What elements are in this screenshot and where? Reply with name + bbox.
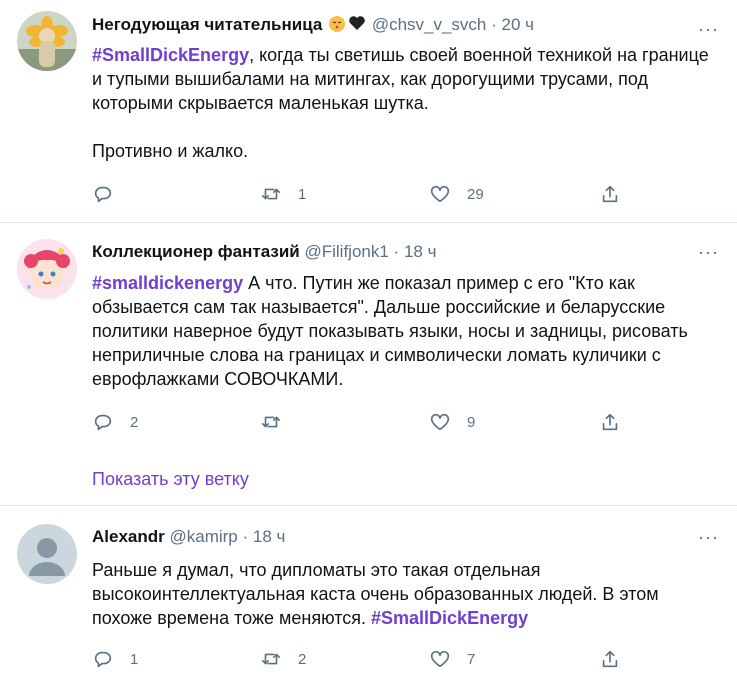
- tweet-1[interactable]: Негодующая читательница @chsv_v_svch · 2…: [0, 0, 737, 222]
- retweet-button[interactable]: 1: [260, 182, 306, 206]
- author-handle[interactable]: @Filifjonk1: [304, 242, 388, 261]
- avatar[interactable]: [17, 11, 77, 71]
- black-heart-icon: [347, 13, 367, 39]
- retweet-count: 1: [298, 185, 307, 203]
- tweet-actions: 1 29: [92, 182, 632, 206]
- hashtag-link[interactable]: #smalldickenergy: [92, 273, 243, 293]
- reply-count: 1: [130, 650, 139, 668]
- like-button[interactable]: 9: [429, 410, 475, 434]
- separator: ·: [242, 527, 249, 546]
- default-avatar-icon: [17, 524, 77, 584]
- share-icon: [602, 413, 618, 431]
- timestamp[interactable]: 20 ч: [502, 15, 535, 34]
- author-name[interactable]: Коллекционер фантазий: [92, 242, 300, 261]
- like-icon: [430, 650, 450, 668]
- share-button[interactable]: [599, 182, 621, 206]
- timestamp[interactable]: 18 ч: [404, 242, 437, 261]
- tweet-3[interactable]: Alexandr @kamirp · 18 ч ··· Раньше я дум…: [0, 506, 737, 678]
- reply-icon: [94, 414, 112, 431]
- tweet-text: #smalldickenergy А что. Путин же показал…: [92, 271, 722, 391]
- avatar[interactable]: [17, 524, 77, 584]
- author-name[interactable]: Alexandr: [92, 527, 165, 546]
- retweet-icon: [261, 188, 281, 200]
- tweet-2[interactable]: Коллекционер фантазий @Filifjonk1 · 18 ч…: [0, 223, 737, 505]
- author-name[interactable]: Негодующая читательница: [92, 15, 322, 34]
- hashtag-link[interactable]: #SmallDickEnergy: [92, 45, 249, 65]
- reply-icon: [94, 651, 112, 668]
- reply-button[interactable]: 1: [92, 647, 138, 671]
- avatar-image: [17, 11, 77, 71]
- tweet-header: Негодующая читательница @chsv_v_svch · 2…: [92, 13, 534, 39]
- retweet-icon: [261, 653, 281, 665]
- more-icon[interactable]: ···: [698, 243, 719, 261]
- reply-button[interactable]: [92, 182, 130, 206]
- more-icon[interactable]: ···: [698, 20, 719, 38]
- retweet-icon: [261, 416, 281, 428]
- reply-count: 2: [130, 413, 139, 431]
- like-button[interactable]: 29: [429, 182, 484, 206]
- tweet-header: Alexandr @kamirp · 18 ч: [92, 526, 285, 548]
- author-handle[interactable]: @chsv_v_svch: [372, 15, 487, 34]
- tweet-actions: 1 2 7: [92, 647, 632, 671]
- hashtag-link[interactable]: #SmallDickEnergy: [371, 608, 528, 628]
- timestamp[interactable]: 18 ч: [253, 527, 286, 546]
- share-icon: [602, 185, 618, 203]
- avatar-image: [17, 239, 77, 299]
- retweet-count: 2: [298, 650, 307, 668]
- separator: ·: [393, 242, 400, 261]
- reply-icon: [94, 186, 112, 203]
- avatar[interactable]: [17, 239, 77, 299]
- more-icon[interactable]: ···: [698, 528, 719, 546]
- like-count: 29: [467, 185, 484, 203]
- tweet-text: Раньше я думал, что дипломаты это такая …: [92, 558, 722, 630]
- share-icon: [602, 650, 618, 668]
- kissing-cat-emoji-icon: [327, 13, 347, 39]
- like-count: 7: [467, 650, 476, 668]
- like-count: 9: [467, 413, 476, 431]
- share-button[interactable]: [599, 647, 621, 671]
- reply-button[interactable]: 2: [92, 410, 138, 434]
- retweet-button[interactable]: [260, 410, 298, 434]
- tweet-header: Коллекционер фантазий @Filifjonk1 · 18 ч: [92, 241, 436, 263]
- tweet-actions: 2 9: [92, 410, 632, 434]
- tweet-text: #SmallDickEnergy, когда ты светишь своей…: [92, 43, 722, 163]
- like-icon: [430, 413, 450, 431]
- retweet-button[interactable]: 2: [260, 647, 306, 671]
- separator: ·: [491, 15, 497, 34]
- like-icon: [430, 185, 450, 203]
- like-button[interactable]: 7: [429, 647, 475, 671]
- share-button[interactable]: [599, 410, 621, 434]
- show-thread-link[interactable]: Показать эту ветку: [92, 469, 249, 490]
- author-handle[interactable]: @kamirp: [169, 527, 237, 546]
